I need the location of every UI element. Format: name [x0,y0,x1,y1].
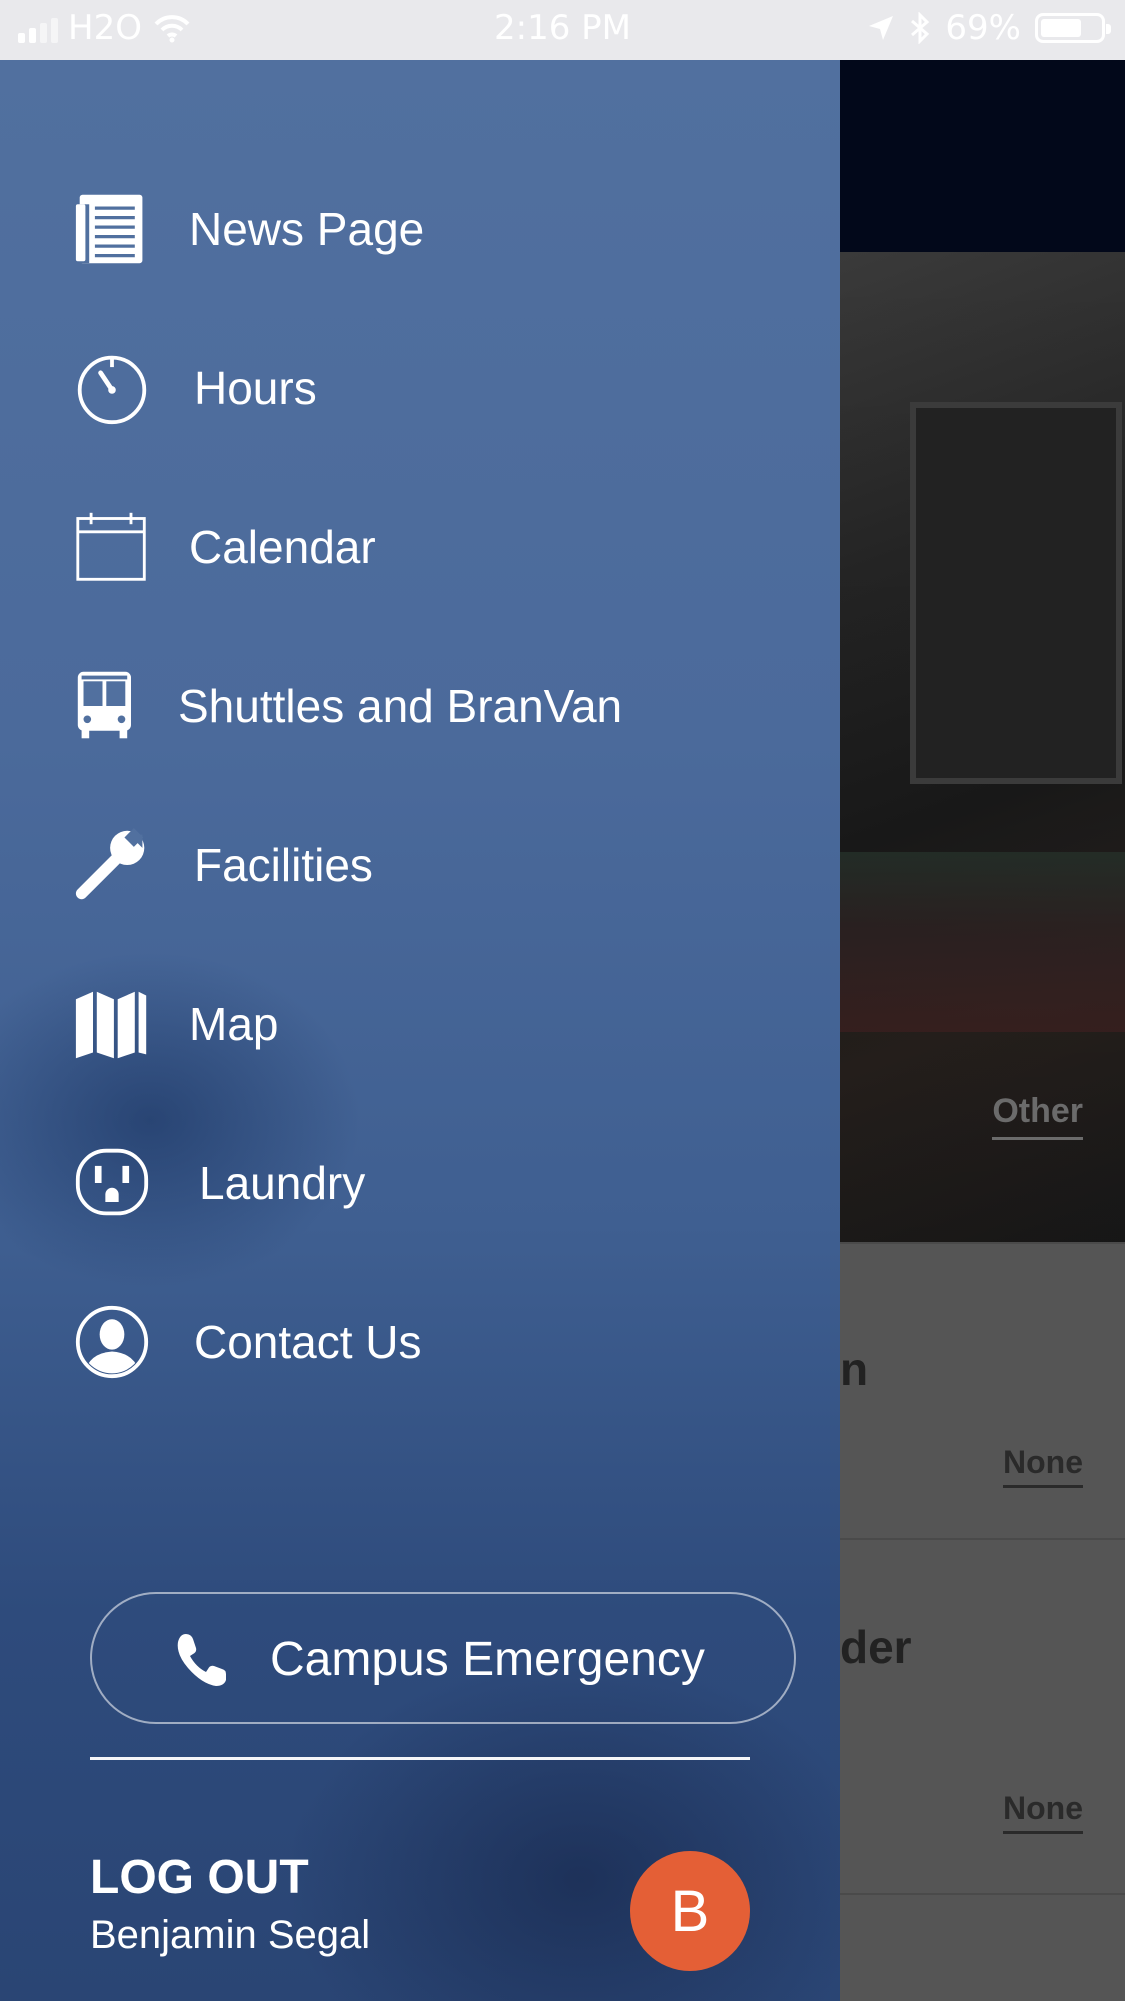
person-icon [72,1302,152,1382]
user-name: Benjamin Segal [90,1913,371,1957]
list-item-title: der [840,1621,912,1673]
menu-item-label: Facilities [194,839,373,891]
navigation-drawer: News Page Hours Calendar Shuttles and Br… [0,60,840,2001]
menu-item-contact-us[interactable]: Contact Us [0,1282,840,1402]
list-item-value[interactable]: None [1003,1790,1083,1834]
wrench-icon [72,825,152,905]
campus-emergency-label: Campus Emergency [270,1633,705,1686]
logout-button[interactable]: LOG OUT [90,1850,309,1905]
battery-icon [1035,13,1111,43]
location-arrow-icon [869,16,894,40]
background-list: n None der None [840,1242,1125,2001]
battery-percent: 69% [945,8,1021,48]
menu-item-label: Laundry [199,1157,366,1209]
menu-item-label: Map [189,998,279,1050]
list-item[interactable] [840,1893,1125,2001]
tab-other[interactable]: Other [992,1092,1083,1140]
menu-item-hours[interactable]: Hours [0,328,840,448]
list-item[interactable]: der None [840,1538,1125,1895]
menu-item-calendar[interactable]: Calendar [0,487,840,607]
menu-item-laundry[interactable]: Laundry [0,1123,840,1243]
background-hero-image: Other [840,252,1125,1242]
outlet-icon [72,1143,152,1223]
avatar[interactable]: B [630,1851,750,1971]
menu-item-label: Calendar [189,521,376,573]
bus-icon [72,666,152,746]
phone-icon [177,1634,226,1686]
menu-item-label: Hours [194,362,317,414]
stopwatch-icon [72,348,152,428]
background-app: Other n None der None [840,60,1125,2001]
menu-item-news-page[interactable]: News Page [0,169,840,289]
status-right: 69% [867,8,1111,48]
divider [90,1757,750,1760]
status-bar: H2O 2:16 PM 69% [0,0,1125,60]
list-item[interactable]: n None [840,1242,1125,1540]
stadium-field-image [840,852,1125,1032]
stadium-screen-image [910,402,1122,784]
menu-item-label: News Page [189,203,425,255]
map-icon [72,984,152,1064]
newspaper-icon [72,189,152,269]
menu-item-shuttles[interactable]: Shuttles and BranVan [0,646,840,766]
menu-item-facilities[interactable]: Facilities [0,805,840,925]
menu-item-label: Contact Us [194,1316,422,1368]
calendar-icon [72,507,152,587]
campus-emergency-button[interactable]: Campus Emergency [90,1592,796,1724]
list-item-value[interactable]: None [1003,1444,1083,1488]
background-header [840,60,1125,252]
list-item-title: n [840,1343,869,1395]
bluetooth-icon [911,12,930,44]
menu-item-map[interactable]: Map [0,964,840,1084]
menu-item-label: Shuttles and BranVan [178,680,623,732]
